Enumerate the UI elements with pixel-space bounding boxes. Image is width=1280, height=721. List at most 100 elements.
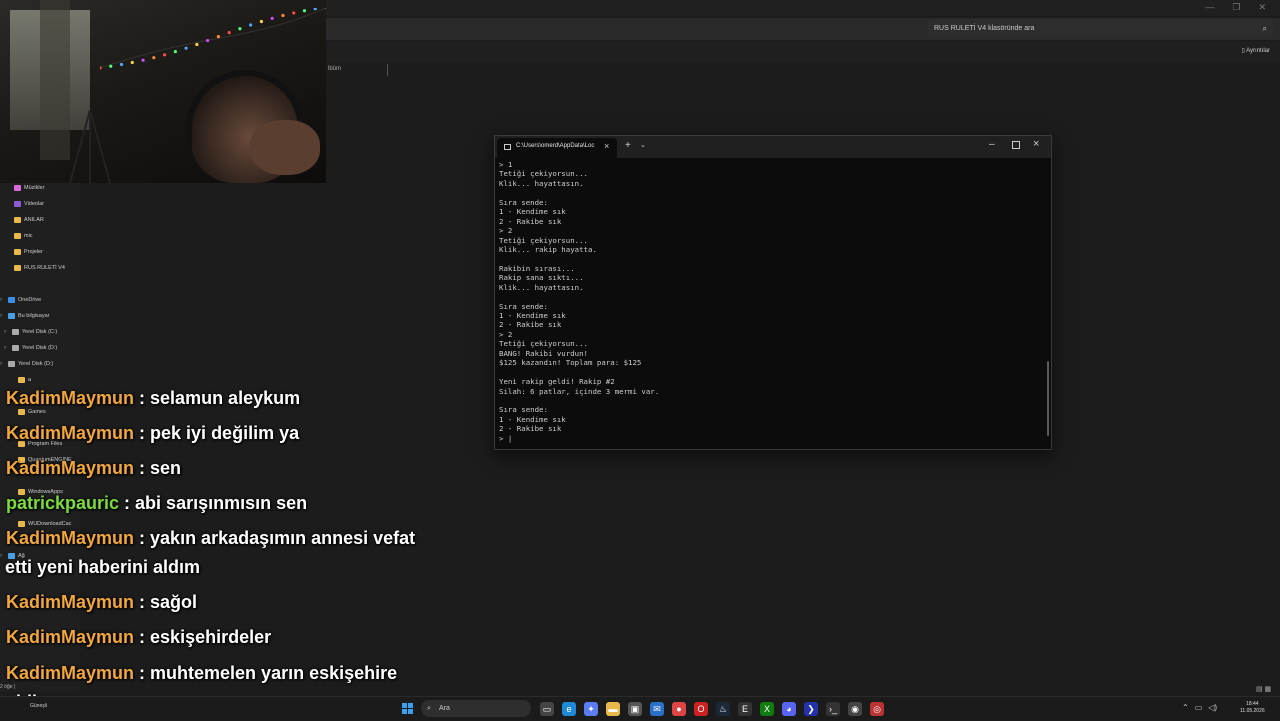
sidebar-item[interactable]: Projeler	[14, 246, 43, 258]
chat-text: muhtemelen yarın eskişehire	[150, 663, 397, 683]
terminal-icon[interactable]: ›_	[826, 702, 840, 716]
system-tray[interactable]: ⌃ ▭ ◁)	[1182, 703, 1217, 712]
terminal-line: > |	[499, 434, 1039, 443]
column-divider[interactable]	[387, 64, 388, 76]
chevron-up-icon[interactable]: ⌃	[1182, 703, 1189, 712]
restore-icon[interactable]: ❐	[1232, 2, 1240, 13]
light-bulb	[120, 63, 123, 66]
chevron-right-icon[interactable]: ›	[4, 326, 12, 338]
taskbar: Güneşli ⌕ Ara ▭ e ✦ ▬ ▣ ✉ ● O ♨ E X ◕ ❯ …	[0, 696, 1280, 721]
store-icon[interactable]: ▣	[628, 702, 642, 716]
details-button[interactable]: ▯ Ayrıntılar	[1241, 47, 1270, 54]
folder-icon	[18, 489, 25, 495]
sidebar-item[interactable]: RUS RULETİ V4	[14, 262, 65, 274]
sidebar-item[interactable]: Program Files	[18, 438, 62, 450]
discord-icon[interactable]: ◕	[782, 702, 796, 716]
chat-text: selamun aleykum	[150, 388, 300, 408]
command-bar: ▯ Ayrıntılar	[326, 42, 1280, 62]
chat-separator: :	[134, 458, 150, 478]
folder-icon	[18, 377, 25, 383]
sidebar-item[interactable]: QuantumENGINE	[18, 454, 72, 466]
edge-icon[interactable]: e	[562, 702, 576, 716]
weather-widget[interactable]: Güneşli	[30, 703, 47, 709]
sidebar-item[interactable]: ›Ağ	[0, 550, 25, 562]
light-bulb	[228, 31, 231, 34]
sidebar-item[interactable]: Videolar	[14, 198, 44, 210]
sidebar-item[interactable]: Games	[18, 406, 46, 418]
sidebar-item[interactable]: ›Bu bilgisayar	[0, 310, 50, 322]
explorer-window-controls[interactable]: — ❐ ✕	[1205, 2, 1266, 13]
terminal-output[interactable]: > 1Tetiği çekiyorsun...Klik... hayattası…	[499, 160, 1039, 446]
app-icon[interactable]: ◎	[870, 702, 884, 716]
steam-icon[interactable]: ♨	[716, 702, 730, 716]
search-input[interactable]: RUS RULETİ V4 klasöründe ara ⌕	[928, 20, 1273, 37]
start-button[interactable]	[402, 703, 413, 714]
sidebar-item[interactable]: WindowsApps	[18, 486, 63, 498]
terminal-line	[499, 292, 1039, 301]
sidebar-item-label: a	[28, 377, 31, 383]
terminal-line: BANG! Rakibi vurdun!	[499, 349, 1039, 358]
chrome-icon[interactable]: ●	[672, 702, 686, 716]
column-header[interactable]: lbüm	[326, 64, 1280, 76]
taskbar-apps: ▭ e ✦ ▬ ▣ ✉ ● O ♨ E X ◕ ❯ ›_ ◉ ◎	[540, 702, 884, 716]
xbox-icon[interactable]: X	[760, 702, 774, 716]
chevron-right-icon[interactable]: ›	[0, 294, 8, 306]
epic-icon[interactable]: E	[738, 702, 752, 716]
scrollbar[interactable]	[1047, 361, 1049, 436]
taskbar-search-label: Ara	[439, 705, 450, 712]
string-lights	[100, 8, 326, 78]
copilot-icon[interactable]: ✦	[584, 702, 598, 716]
terminal-line: > 2	[499, 330, 1039, 339]
clock[interactable]: 18:44 11.05.2026	[1240, 701, 1265, 715]
chevron-right-icon[interactable]: ›	[0, 358, 8, 370]
light-bulb	[141, 59, 144, 62]
sidebar-item[interactable]: a	[18, 374, 31, 386]
chat-separator: :	[134, 627, 150, 647]
sidebar-item[interactable]: ANILAR	[14, 214, 44, 226]
view-toggle-icons[interactable]: ▤ ▦	[1256, 685, 1271, 693]
chat-separator: :	[134, 663, 150, 683]
chevron-right-icon[interactable]: ›	[0, 310, 8, 322]
task-view-icon[interactable]: ▭	[540, 702, 554, 716]
terminal-tab[interactable]: C:\Users\omerd\AppData\Loc ×	[497, 138, 617, 158]
sidebar-item[interactable]: mic	[14, 230, 33, 242]
chevron-down-icon[interactable]: ⌄	[640, 141, 646, 149]
chevron-right-icon[interactable]: ›	[4, 342, 12, 354]
minimize-icon[interactable]: –	[989, 139, 995, 150]
close-icon[interactable]: ×	[1033, 138, 1039, 150]
light-bulb	[206, 39, 209, 42]
opera-icon[interactable]: O	[694, 702, 708, 716]
folder-icon	[14, 249, 21, 255]
folder-icon	[8, 361, 15, 367]
sidebar-item[interactable]: Müzikler	[14, 182, 44, 194]
light-bulb	[163, 53, 166, 56]
sidebar-item[interactable]: › Yerel Disk (C:)	[4, 326, 57, 338]
chat-text: abi sarışınmısın sen	[135, 493, 307, 513]
new-tab-icon[interactable]: +	[625, 140, 631, 151]
vscode-icon[interactable]: ❯	[804, 702, 818, 716]
chevron-right-icon[interactable]: ›	[0, 550, 8, 562]
taskbar-search[interactable]: ⌕ Ara	[421, 700, 531, 717]
chat-text: sağol	[150, 592, 197, 612]
minimize-icon[interactable]: —	[1205, 2, 1214, 13]
maximize-icon[interactable]	[1012, 141, 1020, 149]
obs-icon[interactable]: ◉	[848, 702, 862, 716]
close-icon[interactable]: ✕	[1258, 2, 1266, 13]
sidebar-item[interactable]: ›Yerel Disk (D:)	[0, 358, 53, 370]
file-explorer-icon[interactable]: ▬	[606, 702, 620, 716]
folder-icon	[12, 345, 19, 351]
light-bulb	[217, 35, 220, 38]
terminal-window[interactable]: C:\Users\omerd\AppData\Loc × + ⌄ – × > 1…	[494, 135, 1052, 450]
sidebar-item[interactable]: ›Yerel Disk (D:)	[4, 342, 57, 354]
volume-icon[interactable]: ◁)	[1208, 703, 1217, 712]
mail-icon[interactable]: ✉	[650, 702, 664, 716]
sidebar-item[interactable]: ›OneDrive	[0, 294, 41, 306]
terminal-line: 2 - Rakibe sık	[499, 320, 1039, 329]
terminal-line: 1 - Kendime sık	[499, 415, 1039, 424]
sidebar-item-label: Yerel Disk (C:)	[22, 329, 57, 335]
close-tab-icon[interactable]: ×	[604, 141, 609, 151]
folder-icon	[12, 329, 19, 335]
terminal-titlebar[interactable]: C:\Users\omerd\AppData\Loc × + ⌄ – ×	[495, 136, 1051, 158]
sidebar-item[interactable]: WUDownloadCac	[18, 518, 71, 530]
network-icon[interactable]: ▭	[1195, 703, 1203, 712]
